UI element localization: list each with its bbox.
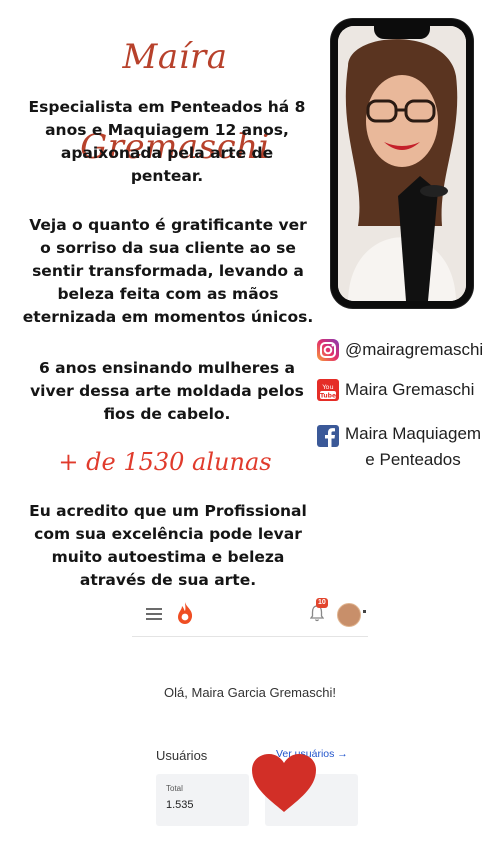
notification-badge: 10 [316,598,328,608]
card-value: 1.535 [166,799,194,811]
svg-text:Tube: Tube [320,393,336,400]
gratifying-line: eternizada em momentos únicos. [22,308,314,326]
card-label: Total [166,784,183,793]
users-section-title: Usuários [156,748,208,763]
gratifying-paragraph: Veja o quanto é gratificante ver o sorri… [18,214,318,329]
belief-line: através de sua arte. [79,571,257,589]
menu-icon[interactable] [146,608,162,620]
svg-text:You: You [321,383,333,391]
belief-line: muito autoestima e beleza [51,548,285,566]
youtube-link[interactable]: You Tube Maira Gremaschi [316,378,474,402]
gratifying-line: o sorriso da sua cliente ao se [40,239,296,257]
youtube-channel: Maira Gremaschi [345,380,475,399]
total-users-card: Total 1.535 [156,774,249,826]
gratifying-line: sentir transformada, levando a [32,262,304,280]
facebook-line: Maira Maquiagem [345,424,482,443]
page-title: Maíra Gremaschi [80,37,270,167]
youtube-icon: You Tube [317,379,339,401]
facebook-page-name: Maira Maquiagem e Penteados [345,421,481,473]
app-header: 10 [132,592,368,637]
chevron-down-icon[interactable] [363,610,366,613]
gratifying-line: Veja o quanto é gratificante ver [29,216,307,234]
phone-notch [374,26,430,39]
gratifying-line: beleza feita com as mãos [57,285,279,303]
intro-line: anos e Maquiagem 12 anos, [45,121,289,139]
instagram-link[interactable]: @mairagremaschi [316,338,483,362]
instagram-handle: @mairagremaschi [345,340,484,359]
belief-paragraph: Eu acredito que um Profissional com sua … [18,500,318,592]
teaching-line: viver dessa arte moldada pelos [30,382,304,400]
teaching-paragraph: 6 anos ensinando mulheres a viver dessa … [22,357,312,426]
intro-paragraph: Especialista em Penteados há 8 anos e Ma… [22,96,312,188]
intro-line: apaixonada pela arte de [60,144,274,162]
intro-line: Especialista em Penteados há 8 [28,98,306,116]
belief-line: com sua excelência pode levar [34,525,302,543]
intro-line: pentear. [130,167,204,185]
teaching-line: fios de cabelo. [103,405,231,423]
flame-logo-icon[interactable] [176,601,194,625]
belief-line: Eu acredito que um Profissional [29,502,307,520]
avatar[interactable] [337,603,361,627]
greeting-text: Olá, Maira Garcia Gremaschi! [164,685,336,700]
instagram-icon [317,339,339,361]
facebook-icon [317,425,339,447]
facebook-line: e Penteados [365,450,461,469]
portrait-photo [338,26,466,301]
phone-mockup [331,19,473,308]
students-count: + de 1530 alunas [58,448,272,476]
facebook-link[interactable]: Maira Maquiagem e Penteados [316,424,496,473]
teaching-line: 6 anos ensinando mulheres a [39,359,295,377]
heart-icon [252,754,316,812]
